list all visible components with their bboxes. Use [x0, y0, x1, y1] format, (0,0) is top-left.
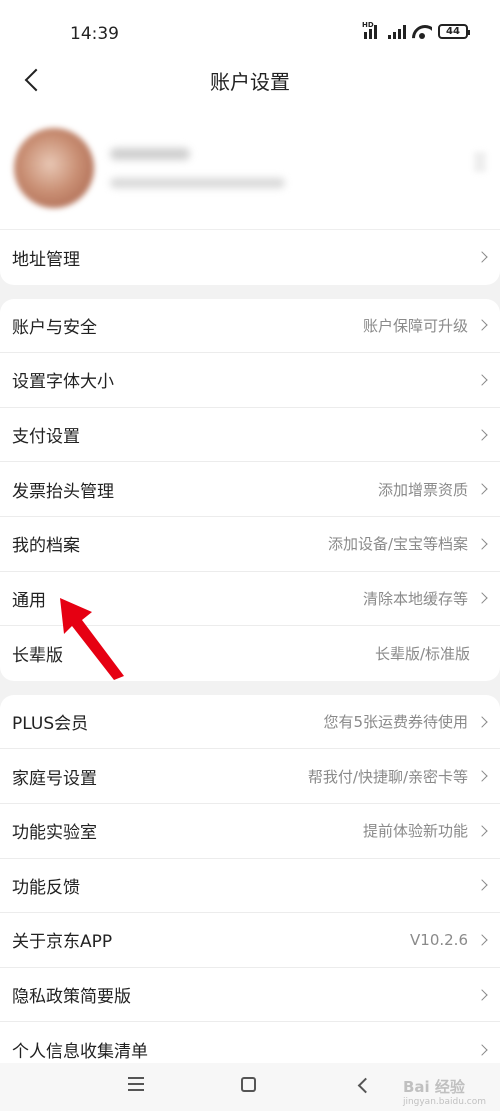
chevron-right-icon: [478, 1043, 488, 1057]
back-icon[interactable]: [356, 1077, 370, 1093]
row-label: 发票抬头管理: [12, 481, 114, 502]
chevron-right-icon: [478, 591, 488, 605]
system-nav-bar: Bai 经验 jingyan.baidu.com: [0, 1063, 500, 1111]
blurred-username: [110, 148, 190, 160]
menu-icon[interactable]: [128, 1077, 144, 1091]
row-value: 提前体验新功能: [362, 822, 468, 841]
privacy-policy-row[interactable]: 隐私政策简要版: [0, 968, 500, 1023]
battery-icon: 44: [438, 24, 470, 39]
page-title: 账户设置: [210, 70, 290, 94]
account-security-row[interactable]: 账户与安全 账户保障可升级: [0, 299, 500, 354]
avatar: [14, 128, 94, 208]
chevron-right-icon: [478, 824, 488, 838]
feedback-row[interactable]: 功能反馈: [0, 859, 500, 914]
chevron-right-icon: [478, 373, 488, 387]
my-profile-row[interactable]: 我的档案 添加设备/宝宝等档案: [0, 517, 500, 572]
status-bar: 14:39 HD 44: [0, 0, 500, 62]
about-app-row[interactable]: 关于京东APP V10.2.6: [0, 913, 500, 968]
row-label: 通用: [12, 590, 46, 611]
watermark: Bai 经验 jingyan.baidu.com: [403, 1076, 486, 1107]
wifi-icon: [412, 25, 432, 39]
chevron-right-icon: [478, 428, 488, 442]
row-label: 账户与安全: [12, 317, 97, 338]
row-label: 我的档案: [12, 536, 80, 557]
signal-hd-icon: HD: [362, 21, 382, 39]
row-value: V10.2.6: [410, 930, 468, 949]
font-size-row[interactable]: 设置字体大小: [0, 353, 500, 408]
account-settings-group: 账户与安全 账户保障可升级 设置字体大小 支付设置 发票抬头管理 添加增票资质 …: [0, 298, 500, 681]
chevron-right-icon: [478, 878, 488, 892]
feature-lab-row[interactable]: 功能实验室 提前体验新功能: [0, 804, 500, 859]
chevron-right-icon: [478, 769, 488, 783]
chevron-right-icon: [474, 152, 486, 172]
row-label: 地址管理: [12, 249, 80, 270]
profile-card[interactable]: [0, 122, 500, 230]
row-label: PLUS会员: [12, 714, 89, 735]
chevron-right-icon: [478, 933, 488, 947]
signal-hd-label: HD: [362, 20, 374, 29]
row-label: 支付设置: [12, 427, 80, 448]
row-value: 账户保障可升级: [362, 316, 468, 335]
battery-level: 44: [446, 26, 460, 37]
general-row[interactable]: 通用 清除本地缓存等: [0, 572, 500, 627]
header: 账户设置: [0, 62, 500, 122]
elder-mode-row[interactable]: 长辈版 长辈版/标准版: [0, 626, 500, 681]
watermark-sub: jingyan.baidu.com: [402, 1097, 486, 1107]
row-label: 个人信息收集清单: [12, 1042, 148, 1063]
plus-member-row[interactable]: PLUS会员 您有5张运费券待使用: [0, 695, 500, 750]
chevron-right-icon: [478, 988, 488, 1002]
row-value: 您有5张运费券待使用: [323, 713, 468, 732]
home-icon[interactable]: [241, 1077, 256, 1092]
blurred-user-info: [110, 178, 285, 188]
payment-settings-row[interactable]: 支付设置: [0, 408, 500, 463]
chevron-right-icon: [478, 318, 488, 332]
row-label: 设置字体大小: [12, 372, 114, 393]
row-label: 长辈版: [12, 645, 63, 666]
row-label: 隐私政策简要版: [12, 987, 131, 1008]
row-label: 功能反馈: [12, 877, 80, 898]
row-value: 添加设备/宝宝等档案: [327, 535, 468, 554]
row-label: 功能实验室: [12, 823, 97, 844]
profile-group: 地址管理: [0, 122, 500, 285]
row-value: 添加增票资质: [377, 480, 468, 499]
invoice-title-row[interactable]: 发票抬头管理 添加增票资质: [0, 462, 500, 517]
row-value: 帮我付/快捷聊/亲密卡等: [307, 767, 468, 786]
chevron-right-icon: [478, 537, 488, 551]
chevron-right-icon: [478, 250, 488, 264]
chevron-right-icon: [478, 482, 488, 496]
more-settings-group: PLUS会员 您有5张运费券待使用 家庭号设置 帮我付/快捷聊/亲密卡等 功能实…: [0, 694, 500, 1077]
row-label: 关于京东APP: [12, 932, 113, 953]
status-icons: HD 44: [362, 21, 470, 39]
row-value: 清除本地缓存等: [362, 589, 468, 608]
address-management-row[interactable]: 地址管理: [0, 230, 500, 285]
watermark-text: Bai 经验: [402, 1078, 465, 1096]
family-account-row[interactable]: 家庭号设置 帮我付/快捷聊/亲密卡等: [0, 749, 500, 804]
signal-icon: [388, 24, 406, 39]
row-label: 家庭号设置: [12, 768, 97, 789]
status-time: 14:39: [70, 24, 119, 44]
chevron-right-icon: [478, 715, 488, 729]
row-value: 长辈版/标准版: [374, 644, 470, 663]
